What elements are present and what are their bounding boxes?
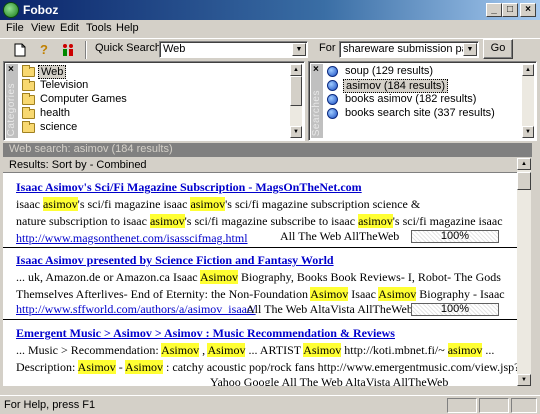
help-icon[interactable]: ?	[34, 40, 54, 60]
status-panel	[479, 398, 509, 413]
status-panel	[511, 398, 537, 413]
go-button[interactable]: Go	[483, 39, 513, 59]
result-item: Emergent Music > Asimov > Asimov : Music…	[12, 324, 517, 386]
result-snippet: Description: Asimov - Asimov : catchy ac…	[16, 360, 517, 374]
window-title: Foboz	[23, 3, 59, 17]
result-snippet: nature subscription to isaac asimov's sc…	[16, 214, 503, 228]
category-label: science	[40, 121, 78, 133]
result-title-link[interactable]: Isaac Asimov's Sci/Fi Magazine Subscript…	[16, 180, 362, 195]
close-icon[interactable]: ×	[8, 64, 14, 75]
searches-tab[interactable]: × Searches	[311, 64, 323, 138]
result-url-link[interactable]: http://www.magsonthenet.com/isasscifmag.…	[16, 231, 248, 246]
folder-icon	[22, 121, 35, 133]
scroll-down-icon[interactable]: ▼	[522, 126, 534, 138]
menu-help[interactable]: Help	[116, 22, 139, 34]
result-snippet: isaac asimov's sci/fi magazine isaac asi…	[16, 197, 421, 211]
result-sources: All The Web AltaVista AllTheWeb	[246, 302, 413, 316]
scroll-thumb[interactable]	[290, 76, 302, 106]
result-item: Isaac Asimov presented by Science Fictio…	[12, 251, 505, 317]
toolbar: ? Quick Search Web ▼ For shareware submi…	[0, 38, 540, 60]
relevance-bar: 100%	[411, 303, 499, 316]
results-header: Web search: asimov (184 results)	[3, 143, 532, 157]
quick-search-value: Web	[163, 43, 186, 55]
sort-label: Results: Sort by - Combined	[9, 159, 147, 171]
maximize-button[interactable]: □	[502, 3, 518, 17]
result-snippet: Themselves Afterlives- End of Eternity: …	[16, 287, 505, 301]
app-icon[interactable]	[3, 2, 19, 18]
result-snippet: ... Music > Recommendation: Asimov , Asi…	[16, 343, 495, 357]
results-header-text: Web search: asimov (184 results)	[9, 143, 173, 155]
category-label: Television	[40, 79, 89, 91]
scroll-up-icon[interactable]: ▲	[522, 64, 534, 76]
categories-scrollbar[interactable]: ▲ ▼	[290, 64, 302, 138]
search-history-label: books asimov (182 results)	[345, 93, 477, 105]
result-sources: All The Web AllTheWeb	[280, 229, 400, 243]
folder-icon	[22, 79, 35, 91]
globe-icon	[327, 94, 338, 105]
menu-file[interactable]: File	[6, 22, 24, 34]
scroll-up-icon[interactable]: ▲	[517, 158, 531, 170]
close-icon[interactable]: ×	[313, 64, 319, 75]
searches-panel: × Searches soup (129 results) asimov (18…	[308, 61, 537, 141]
category-label: health	[40, 107, 70, 119]
globe-icon	[327, 80, 338, 91]
globe-icon	[327, 66, 338, 77]
result-title-link[interactable]: Isaac Asimov presented by Science Fictio…	[16, 253, 334, 268]
new-document-icon[interactable]	[10, 40, 30, 60]
result-divider	[3, 247, 517, 248]
category-label: Computer Games	[40, 93, 127, 105]
folder-icon	[22, 65, 35, 77]
category-label: Web	[38, 65, 67, 79]
scroll-down-icon[interactable]: ▼	[517, 374, 531, 386]
title-bar[interactable]: Foboz _ □ ×	[0, 0, 540, 20]
searches-scrollbar[interactable]: ▲ ▼	[522, 64, 534, 138]
menu-view[interactable]: View	[31, 22, 55, 34]
users-icon[interactable]	[58, 40, 78, 60]
chevron-down-icon[interactable]: ▼	[292, 43, 306, 56]
categories-tab[interactable]: × Categories	[6, 64, 18, 138]
search-history-label: asimov (184 results)	[343, 79, 449, 93]
chevron-down-icon[interactable]: ▼	[463, 43, 477, 56]
status-text: For Help, press F1	[4, 399, 96, 411]
status-panel	[447, 398, 477, 413]
categories-tab-label: Categories	[6, 82, 17, 136]
result-url-link[interactable]: http://www.sffworld.com/authors/a/asimov…	[16, 302, 256, 317]
relevance-bar: 100%	[411, 230, 499, 243]
results-list: Results: Sort by - Combined Isaac Asimov…	[3, 158, 517, 386]
menu-edit[interactable]: Edit	[60, 22, 79, 34]
toolbar-separator	[85, 41, 87, 59]
result-title-link[interactable]: Emergent Music > Asimov > Asimov : Music…	[16, 326, 395, 341]
result-snippet: ... uk, Amazon.de or Amazon.ca Isaac Asi…	[16, 270, 501, 284]
scroll-thumb[interactable]	[517, 172, 531, 190]
search-history-label: books search site (337 results)	[345, 107, 495, 119]
folder-icon	[22, 93, 35, 105]
result-divider	[3, 319, 517, 320]
result-sources: Yahoo Google All The Web AltaVista AllTh…	[210, 375, 449, 386]
searches-tab-label: Searches	[311, 89, 322, 136]
quick-search-combo[interactable]: Web ▼	[159, 41, 308, 58]
status-bar: For Help, press F1	[0, 395, 540, 414]
menu-tools[interactable]: Tools	[86, 22, 112, 34]
search-term-combo[interactable]: shareware submission pad ▼	[339, 41, 479, 58]
for-label: For	[319, 42, 336, 54]
globe-icon	[327, 108, 338, 119]
search-term-value: shareware submission pad	[343, 43, 474, 55]
search-history-label: soup (129 results)	[345, 65, 434, 77]
scroll-down-icon[interactable]: ▼	[290, 126, 302, 138]
quick-search-label: Quick Search	[95, 42, 162, 54]
folder-icon	[22, 107, 35, 119]
scroll-up-icon[interactable]: ▲	[290, 64, 302, 76]
result-item: Isaac Asimov's Sci/Fi Magazine Subscript…	[12, 178, 503, 246]
menu-bar: File View Edit Tools Help	[0, 20, 540, 38]
sort-bar[interactable]: Results: Sort by - Combined	[3, 158, 517, 173]
close-button[interactable]: ×	[520, 3, 536, 17]
minimize-button[interactable]: _	[486, 3, 502, 17]
results-scrollbar[interactable]: ▲ ▼	[517, 158, 531, 386]
categories-panel: × Categories Web Television Computer Gam…	[3, 61, 305, 141]
